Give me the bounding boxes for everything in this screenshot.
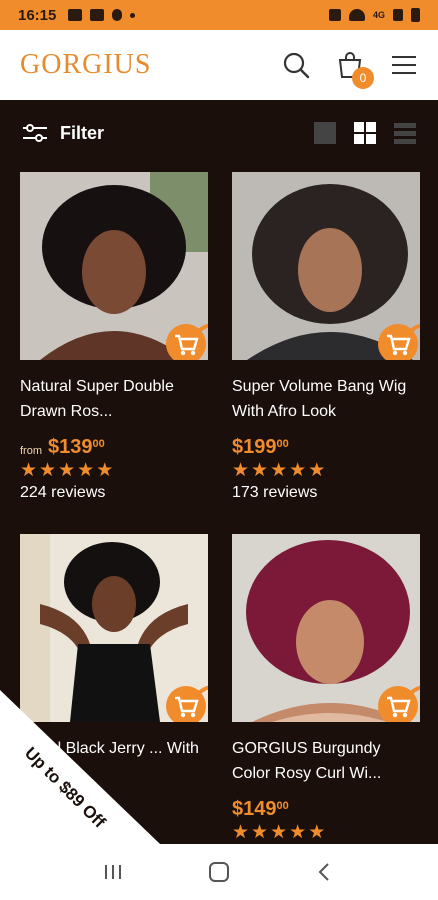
filter-label: Filter xyxy=(60,122,105,143)
rating-stars: ★ ★ ★ ★ ★ xyxy=(232,823,420,843)
back-icon[interactable] xyxy=(313,860,337,884)
star-icon: ★ xyxy=(39,460,57,481)
product-price: $149 xyxy=(232,798,277,820)
shield-notification-icon xyxy=(112,9,123,21)
status-bar: 16:15 4G xyxy=(0,0,438,30)
rating-stars: ★ ★ ★ ★ ★ xyxy=(20,461,208,481)
product-price: $139 xyxy=(48,436,93,458)
product-price: $199 xyxy=(232,436,277,458)
cart-count-badge: 0 xyxy=(352,67,374,89)
battery-icon xyxy=(411,8,420,22)
star-icon: ★ xyxy=(20,460,38,481)
recent-apps-icon[interactable] xyxy=(101,860,125,884)
product-price-cents: 00 xyxy=(276,438,289,450)
product-card[interactable]: Super Volume Bang Wig With Afro Look $19… xyxy=(232,172,420,502)
review-count[interactable]: 224 reviews xyxy=(20,484,208,502)
more-notifications-icon xyxy=(130,12,136,18)
gallery-notification-icon xyxy=(68,9,83,21)
add-to-cart-icon[interactable] xyxy=(164,320,208,360)
star-icon: ★ xyxy=(77,460,95,481)
review-count[interactable]: 173 reviews xyxy=(232,484,420,502)
signal-icon xyxy=(393,9,403,21)
star-icon: ★ xyxy=(251,460,269,481)
star-icon: ★ xyxy=(58,460,76,481)
add-to-cart-icon[interactable] xyxy=(376,682,420,722)
star-icon: ★ xyxy=(270,460,288,481)
status-time: 16:15 xyxy=(18,6,57,24)
product-price-cents: 00 xyxy=(276,800,289,812)
star-icon: ★ xyxy=(96,460,114,481)
mute-icon xyxy=(328,9,341,21)
single-column-view-icon[interactable] xyxy=(314,122,336,144)
wifi-icon xyxy=(348,9,365,21)
product-toolbar: Filter xyxy=(0,100,438,166)
price-row: $199 00 xyxy=(232,436,420,459)
product-title[interactable]: GORGIUS Burgundy Color Rosy Curl Wi... xyxy=(232,736,420,786)
star-icon: ★ xyxy=(270,822,288,843)
product-image[interactable] xyxy=(20,172,208,360)
price-from-label: from xyxy=(20,445,42,457)
list-view-icon[interactable] xyxy=(394,122,416,144)
price-row: from $139 00 xyxy=(20,436,208,459)
search-icon[interactable] xyxy=(282,51,310,79)
network-type: 4G xyxy=(372,10,385,20)
product-title[interactable]: Natural Super Double Drawn Ros... xyxy=(20,374,208,424)
star-icon: ★ xyxy=(289,460,307,481)
product-image[interactable] xyxy=(232,172,420,360)
star-icon: ★ xyxy=(251,822,269,843)
star-icon: ★ xyxy=(308,460,326,481)
system-nav-bar xyxy=(0,844,438,900)
home-icon[interactable] xyxy=(207,860,231,884)
message-notification-icon xyxy=(90,9,105,21)
filter-sliders-icon xyxy=(23,124,47,142)
star-icon: ★ xyxy=(308,822,326,843)
product-price-cents: 00 xyxy=(92,438,105,450)
product-image[interactable] xyxy=(232,534,420,722)
rating-stars: ★ ★ ★ ★ ★ xyxy=(232,461,420,481)
cart-button[interactable]: 0 xyxy=(336,51,374,89)
product-card[interactable]: GORGIUS Burgundy Color Rosy Curl Wi... $… xyxy=(232,534,420,843)
price-row: $149 00 xyxy=(232,798,420,821)
product-card[interactable]: Natural Super Double Drawn Ros... from $… xyxy=(20,172,208,502)
product-title[interactable]: Super Volume Bang Wig With Afro Look xyxy=(232,374,420,424)
grid-view-icon[interactable] xyxy=(354,122,376,144)
filter-button[interactable]: Filter xyxy=(22,123,104,144)
star-icon: ★ xyxy=(289,822,307,843)
star-icon: ★ xyxy=(232,460,250,481)
brand-logo[interactable]: GORGIUS xyxy=(20,49,151,81)
app-header: GORGIUS 0 xyxy=(0,30,438,100)
star-icon: ★ xyxy=(232,822,250,843)
add-to-cart-icon[interactable] xyxy=(376,320,420,360)
menu-icon[interactable] xyxy=(390,51,418,79)
